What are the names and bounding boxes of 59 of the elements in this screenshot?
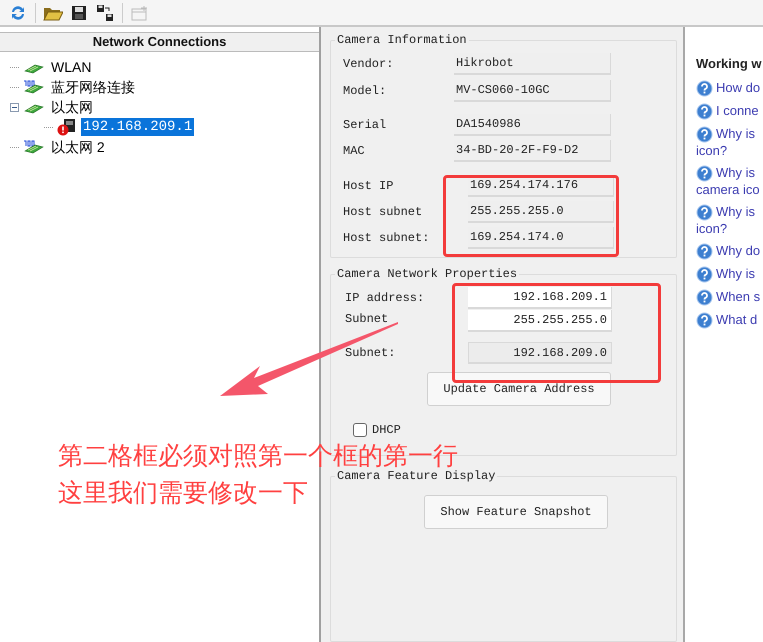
tree-item[interactable]: 以太网 xyxy=(49,98,95,116)
tree-item[interactable]: 蓝牙网络连接 xyxy=(49,78,137,96)
help-icon xyxy=(696,80,713,96)
network-adapter-icon xyxy=(22,139,46,155)
help-icon xyxy=(696,164,713,182)
tree-item[interactable]: 192.168.209.1 xyxy=(81,118,194,136)
help-link[interactable]: How do xyxy=(696,80,763,96)
window-icon xyxy=(131,4,149,20)
field-label: Vendor: xyxy=(343,56,394,73)
field-label: MAC xyxy=(343,143,366,160)
field: 255.255.255.0 xyxy=(468,201,614,223)
field-label: Subnet xyxy=(345,311,390,328)
help-link[interactable]: Why is icon? xyxy=(696,204,763,236)
help-link[interactable]: What d xyxy=(696,312,763,328)
camera-error-icon xyxy=(56,118,78,136)
help-link[interactable]: Why is xyxy=(696,266,763,282)
annotation-text: 这里我们需要修改一下 xyxy=(58,478,308,508)
checkbox[interactable] xyxy=(353,423,367,437)
panel-header: Network Connections xyxy=(0,32,319,52)
field: 169.254.174.0 xyxy=(468,227,614,249)
field[interactable]: 192.168.209.1 xyxy=(468,287,612,309)
field-label: IP address: xyxy=(345,290,426,307)
feature-snapshot-button[interactable]: Show Feature Snapshot xyxy=(424,495,608,529)
help-icon xyxy=(696,102,713,120)
help-link[interactable]: When s xyxy=(696,288,763,306)
group-title: Camera Feature Display xyxy=(335,468,498,484)
help-link[interactable]: Why is icon? xyxy=(696,126,763,158)
field-label: Host IP xyxy=(343,178,394,195)
field: 192.168.209.0 xyxy=(468,342,612,364)
checkbox-label: DHCP xyxy=(372,422,401,439)
help-icon xyxy=(696,242,713,260)
help-icon xyxy=(696,126,713,142)
tree-item[interactable]: WLAN xyxy=(49,58,94,76)
help-link[interactable]: Why do xyxy=(696,242,763,260)
help-link[interactable]: Why is camera ico xyxy=(696,164,763,198)
field: DA1540986 xyxy=(454,114,611,136)
help-icon xyxy=(696,266,713,282)
help-title: Working w xyxy=(696,55,762,73)
network-adapter-icon xyxy=(22,79,46,95)
field-label: Host subnet: xyxy=(343,230,430,247)
collapse-toggle[interactable] xyxy=(10,102,19,112)
field-label: Subnet: xyxy=(345,345,396,362)
field-label: Host subnet xyxy=(343,204,424,221)
refresh-icon xyxy=(9,4,27,22)
field[interactable]: 255.255.255.0 xyxy=(468,310,612,332)
tree-item[interactable]: 以太网 2 xyxy=(49,138,107,156)
help-icon xyxy=(696,204,713,220)
field-label: Serial xyxy=(343,117,388,134)
help-icon xyxy=(696,288,713,306)
field: 34-BD-20-2F-F9-D2 xyxy=(454,140,611,162)
help-link[interactable]: I conne xyxy=(696,102,763,120)
two-disks-icon xyxy=(96,4,114,22)
update-address-button[interactable]: Update Camera Address xyxy=(427,372,611,406)
annotation-text: 第二格框必须对照第一个框的第一行 xyxy=(58,441,458,470)
field-label: Model: xyxy=(343,83,388,100)
field: MV-CS060-10GC xyxy=(454,80,611,102)
help-icon xyxy=(696,312,713,328)
field: Hikrobot xyxy=(454,53,611,75)
group-title: Camera Network Properties xyxy=(335,266,520,282)
